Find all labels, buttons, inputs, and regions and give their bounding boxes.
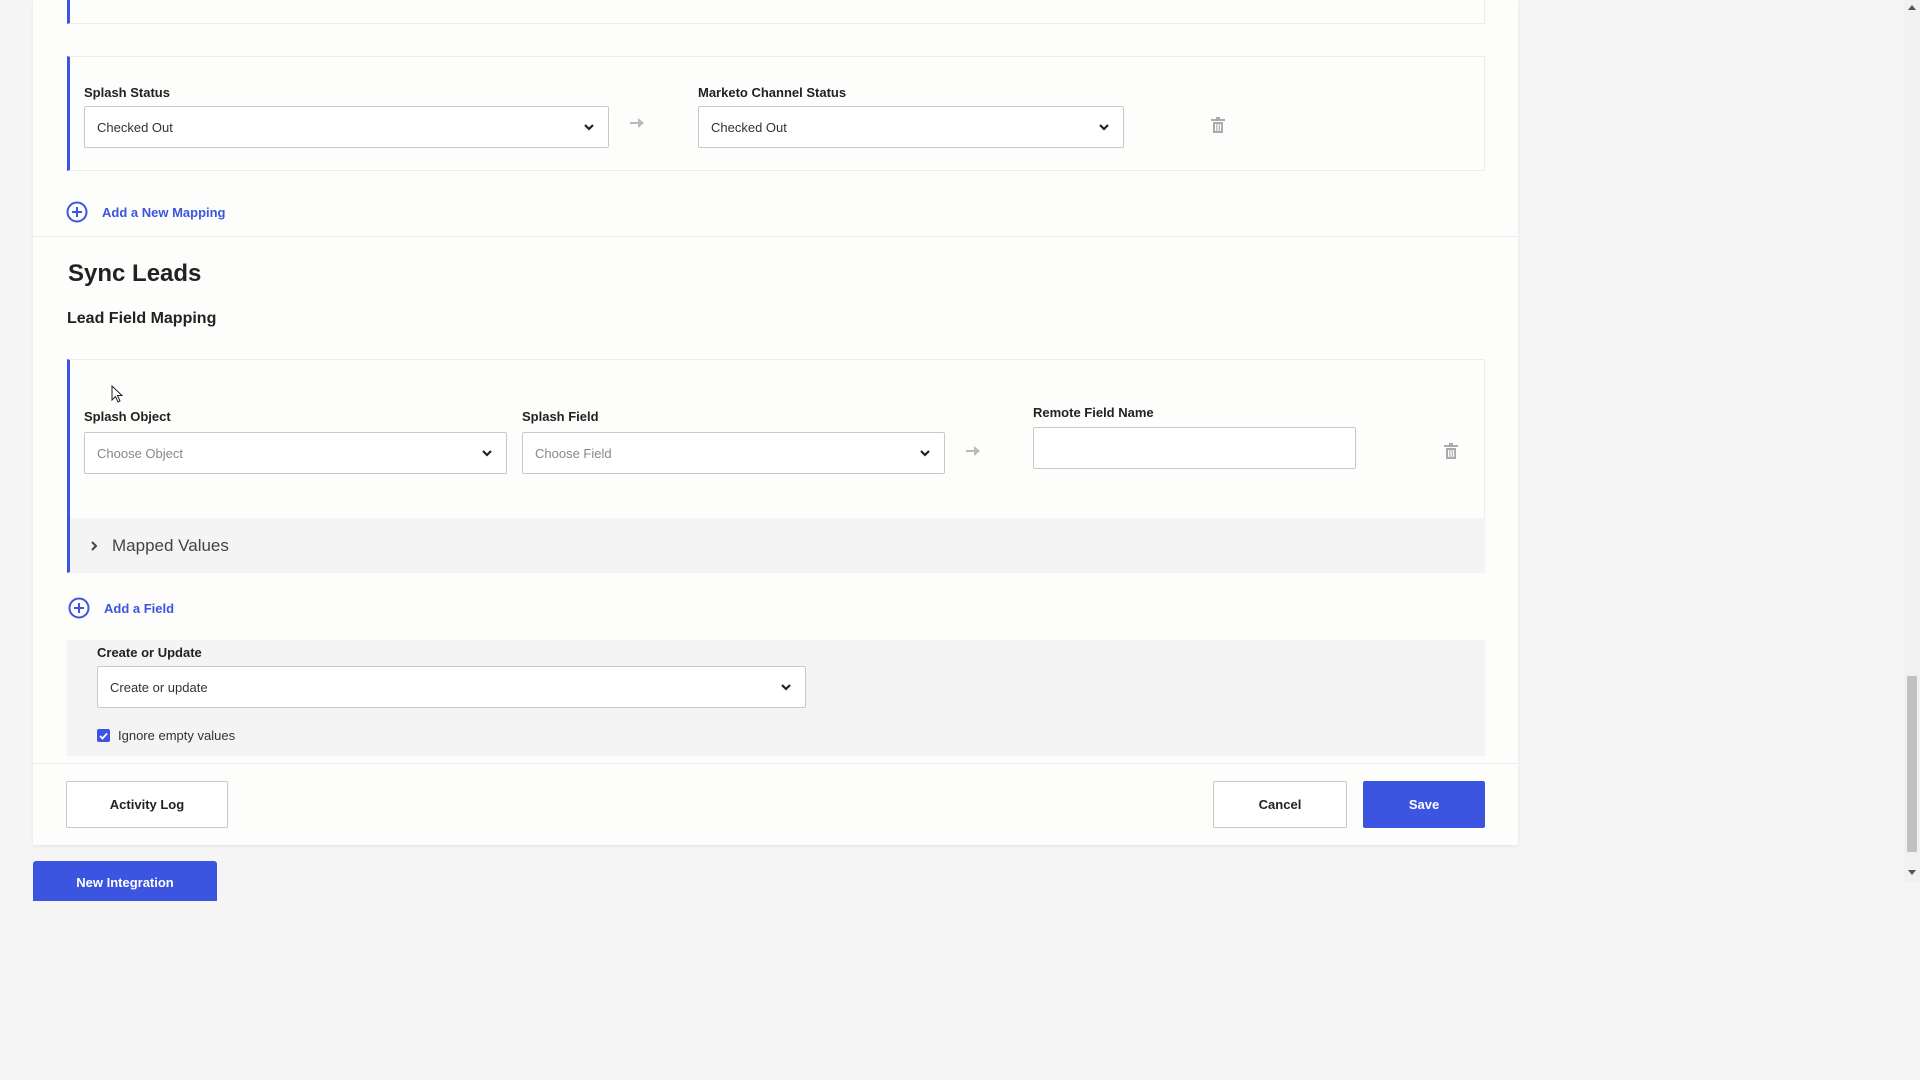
ignore-empty-values-row: Ignore empty values <box>97 728 235 743</box>
splash-object-placeholder: Choose Object <box>97 445 183 461</box>
marketo-channel-status-value: Checked Out <box>711 119 787 135</box>
splash-object-select[interactable]: Choose Object <box>84 432 507 474</box>
checkmark-icon <box>99 732 108 740</box>
trash-icon[interactable] <box>1211 117 1225 133</box>
section-divider <box>33 236 1518 237</box>
lead-field-mapping-title: Lead Field Mapping <box>67 310 217 327</box>
lead-field-mapping-row: Splash Object Choose Object Splash Field… <box>67 359 1485 573</box>
trash-icon[interactable] <box>1444 443 1458 459</box>
remote-field-name-label: Remote Field Name <box>1033 405 1154 420</box>
splash-field-placeholder: Choose Field <box>535 445 612 461</box>
arrow-right-icon <box>966 446 980 456</box>
marketo-channel-status-label: Marketo Channel Status <box>698 85 847 100</box>
chevron-down-icon <box>482 450 492 457</box>
ignore-empty-values-label: Ignore empty values <box>118 728 236 743</box>
splash-field-label: Splash Field <box>522 409 599 424</box>
mouse-cursor-icon <box>111 385 123 403</box>
chevron-down-icon <box>920 450 930 457</box>
sync-leads-title: Sync Leads <box>68 260 202 287</box>
chevron-right-icon <box>91 540 98 551</box>
scrollbar-thumb[interactable] <box>1907 676 1917 852</box>
remote-field-name-input[interactable] <box>1033 427 1356 469</box>
splash-status-value: Checked Out <box>97 119 173 135</box>
splash-status-select[interactable]: Checked Out <box>84 106 609 148</box>
activity-log-button[interactable]: Activity Log <box>66 781 228 828</box>
footer-divider <box>33 763 1518 764</box>
create-or-update-label: Create or Update <box>97 645 202 660</box>
scroll-up-icon[interactable] <box>1908 4 1916 10</box>
splash-status-label: Splash Status <box>84 85 170 100</box>
marketo-channel-status-select[interactable]: Checked Out <box>698 106 1124 148</box>
status-mapping-row: Splash Status Checked Out Marketo Channe… <box>67 56 1485 171</box>
ignore-empty-values-checkbox[interactable] <box>97 729 110 742</box>
add-new-mapping-label: Add a New Mapping <box>102 204 226 220</box>
create-or-update-value: Create or update <box>110 679 208 695</box>
scroll-down-icon[interactable] <box>1908 870 1916 876</box>
mapped-values-toggle[interactable]: Mapped Values <box>70 518 1485 573</box>
chevron-down-icon <box>584 124 594 131</box>
splash-field-select[interactable]: Choose Field <box>522 432 945 474</box>
chevron-down-icon <box>1099 124 1109 131</box>
add-field-link[interactable]: Add a Field <box>68 597 174 619</box>
previous-mapping-row <box>67 0 1485 24</box>
plus-circle-icon <box>68 597 90 619</box>
cancel-button[interactable]: Cancel <box>1213 781 1347 828</box>
create-or-update-select[interactable]: Create or update <box>97 666 806 708</box>
chevron-down-icon <box>781 684 791 691</box>
new-integration-button[interactable]: New Integration <box>33 861 217 901</box>
plus-circle-icon <box>66 201 88 223</box>
splash-object-label: Splash Object <box>84 409 171 424</box>
sync-options-panel: Create or Update Create or update Ignore… <box>67 640 1485 756</box>
page-scrollbar[interactable] <box>1904 0 1920 882</box>
arrow-right-icon <box>630 118 644 128</box>
mapped-values-label: Mapped Values <box>112 535 229 555</box>
save-button[interactable]: Save <box>1363 781 1485 828</box>
add-new-mapping-link[interactable]: Add a New Mapping <box>66 201 226 223</box>
add-field-label: Add a Field <box>104 600 175 616</box>
